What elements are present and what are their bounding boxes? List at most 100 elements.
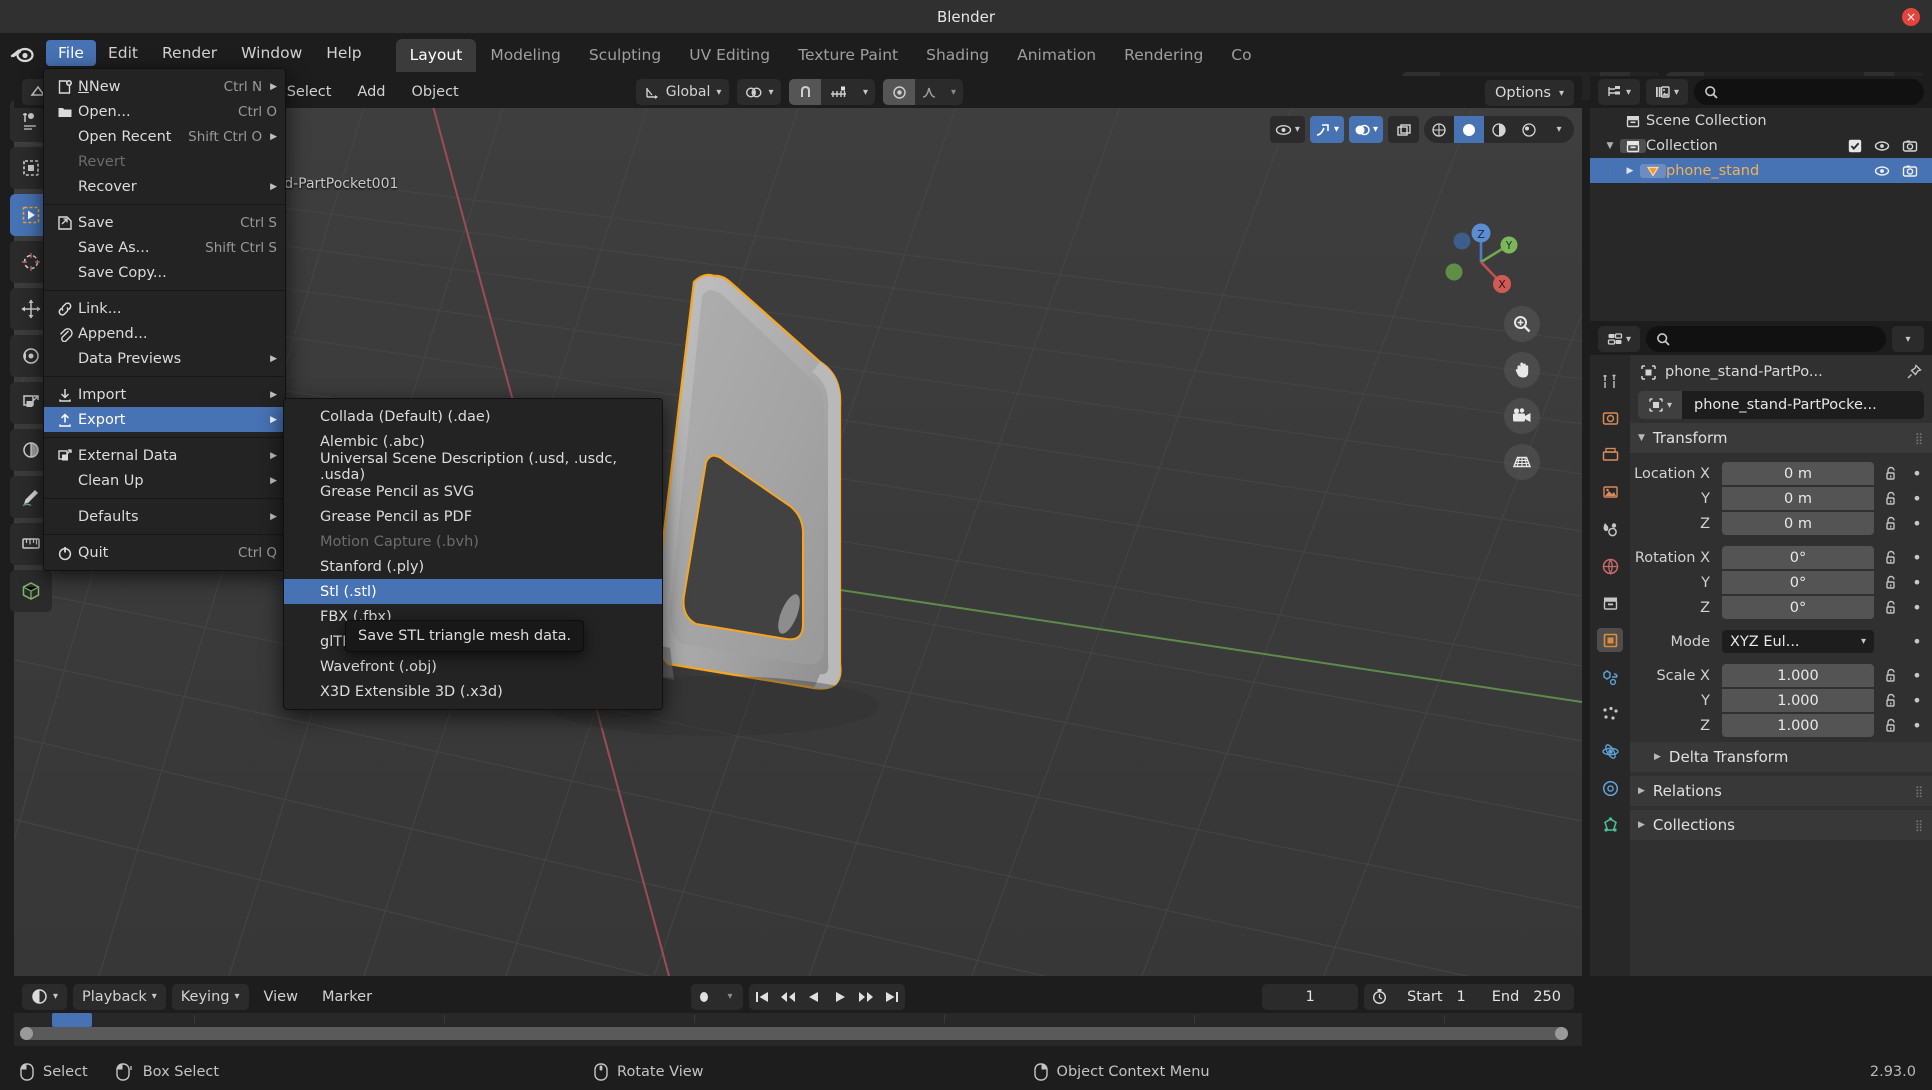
menu-item-append[interactable]: Append... [44,321,285,346]
animate-property-dot[interactable]: • [1908,716,1926,735]
tab-texture-paint[interactable]: Texture Paint [784,39,912,72]
eye-icon[interactable] [1874,139,1890,153]
tab-compositing[interactable]: Co [1217,39,1265,72]
jump-to-next-keyframe-button[interactable] [853,984,879,1010]
expand-triangle-icon[interactable]: ▼ [1600,141,1620,151]
outliner-search-input[interactable] [1694,79,1924,105]
overlays-toggle[interactable]: ▾ [1348,116,1383,143]
viewport-menu-add[interactable]: Add [348,84,394,100]
tab-constraints[interactable] [1597,776,1623,800]
start-frame-input[interactable]: Start 1 [1394,984,1479,1010]
falloff-curve-icon[interactable] [915,79,943,105]
export-item-x3d[interactable]: X3D Extensible 3D (.x3d) [284,679,662,704]
tab-render[interactable] [1597,406,1623,430]
rotation-x-input[interactable]: 0° [1722,546,1874,569]
gizmos-toggle[interactable]: ▾ [1309,116,1344,143]
end-frame-input[interactable]: End 250 [1479,984,1574,1010]
viewport-menu-select[interactable]: Select [278,84,341,100]
xray-toggle[interactable] [1388,116,1419,143]
lock-icon[interactable] [1880,516,1902,531]
snap-increment-icon[interactable] [821,79,855,105]
tab-shading[interactable]: Shading [912,39,1003,72]
auto-keying-dropdown[interactable]: ▾ [717,984,743,1010]
tab-physics[interactable] [1597,739,1623,763]
tab-object[interactable] [1597,628,1623,652]
menu-item-recover[interactable]: Recover ▶ [44,174,285,199]
outliner-display-mode-button[interactable]: ▾ [1646,79,1688,105]
pin-icon[interactable] [1906,364,1922,380]
falloff-dropdown-chevron[interactable]: ▾ [943,79,963,105]
properties-editor-type-button[interactable]: ▾ [1598,326,1640,352]
object-name-input[interactable]: phone_stand-PartPocke... [1682,391,1924,419]
jump-to-start-button[interactable] [749,984,775,1010]
playback-menu[interactable]: Playback ▾ [73,983,166,1010]
animate-property-dot[interactable]: • [1908,691,1926,710]
play-reverse-button[interactable] [801,984,827,1010]
animate-property-dot[interactable]: • [1908,489,1926,508]
outliner-row-scene-collection[interactable]: Scene Collection [1590,108,1932,133]
wireframe-shading-button[interactable] [1424,116,1454,143]
tab-particles[interactable] [1597,702,1623,726]
timeline-scrollbar[interactable] [20,1027,1568,1040]
tab-object-data[interactable] [1597,813,1623,837]
camera-view-icon[interactable] [1504,398,1540,434]
location-z-input[interactable]: 0 m [1722,512,1874,535]
tab-sculpting[interactable]: Sculpting [575,39,675,72]
window-close-button[interactable]: × [1902,8,1920,26]
expand-triangle-icon[interactable]: ▶ [1620,166,1640,176]
outliner-editor-type-button[interactable]: ▾ [1598,79,1640,105]
rendered-shading-button[interactable] [1514,116,1544,143]
checkbox-icon[interactable] [1848,139,1862,153]
delta-transform-panel-header[interactable]: ▶ Delta Transform [1630,742,1932,772]
menu-item-external-data[interactable]: External Data ▶ [44,443,285,468]
scale-y-input[interactable]: 1.000 [1722,689,1874,712]
solid-shading-button[interactable] [1454,116,1484,143]
menu-file[interactable]: File [46,39,96,66]
transform-panel-header[interactable]: ▼ Transform ⣿ [1630,423,1932,453]
menu-item-export[interactable]: Export ▶ [44,407,285,432]
menu-item-open-recent[interactable]: Open Recent Shift Ctrl O ▶ [44,124,285,149]
viewport-nav-gizmo[interactable]: Z Y X [1435,216,1527,308]
tab-rendering[interactable]: Rendering [1110,39,1217,72]
lock-icon[interactable] [1880,575,1902,590]
animate-property-dot[interactable]: • [1908,514,1926,533]
tab-modeling[interactable]: Modeling [476,39,575,72]
scale-x-input[interactable]: 1.000 [1722,664,1874,687]
viewport-options-button[interactable]: Options ▾ [1485,80,1574,106]
menu-item-clean-up[interactable]: Clean Up ▶ [44,468,285,493]
tab-uv-editing[interactable]: UV Editing [675,39,784,72]
proportional-edit-icon[interactable] [883,79,916,105]
timeline-editor-type-button[interactable]: ▾ [22,983,68,1010]
location-x-input[interactable]: 0 m [1722,462,1874,485]
export-item-gpencil-svg[interactable]: Grease Pencil as SVG [284,479,662,504]
animate-property-dot[interactable]: • [1908,632,1926,651]
blender-logo-icon[interactable] [0,43,46,63]
shading-dropdown-chevron[interactable]: ▾ [1544,116,1574,143]
export-item-stanford-ply[interactable]: Stanford (.ply) [284,554,662,579]
menu-item-save-copy[interactable]: Save Copy... [44,260,285,285]
animate-property-dot[interactable]: • [1908,464,1926,483]
orthographic-toggle-icon[interactable] [1504,444,1540,480]
menu-render[interactable]: Render [150,40,229,66]
lock-icon[interactable] [1880,491,1902,506]
timeline-view-menu[interactable]: View [255,989,307,1005]
export-item-wavefront-obj[interactable]: Wavefront (.obj) [284,654,662,679]
menu-item-data-previews[interactable]: Data Previews ▶ [44,346,285,371]
viewport-menu-object[interactable]: Object [403,84,468,100]
lock-icon[interactable] [1880,693,1902,708]
pivot-point-dropdown[interactable]: ▾ [737,79,782,105]
playhead-marker[interactable] [52,1013,92,1027]
menu-edit[interactable]: Edit [96,40,150,66]
lock-icon[interactable] [1880,466,1902,481]
tab-scene[interactable] [1597,517,1623,541]
outliner-row-collection[interactable]: ▼ Collection [1590,133,1932,158]
rotation-mode-dropdown[interactable]: XYZ Eul... ▾ [1722,630,1874,653]
zoom-icon[interactable] [1504,306,1540,342]
rotation-z-input[interactable]: 0° [1722,596,1874,619]
jump-to-end-button[interactable] [879,984,905,1010]
lock-icon[interactable] [1880,550,1902,565]
tab-animation[interactable]: Animation [1003,39,1110,72]
tab-layout[interactable]: Layout [395,39,477,72]
scale-z-input[interactable]: 1.000 [1722,714,1874,737]
object-browse-button[interactable]: ▾ [1638,391,1682,419]
